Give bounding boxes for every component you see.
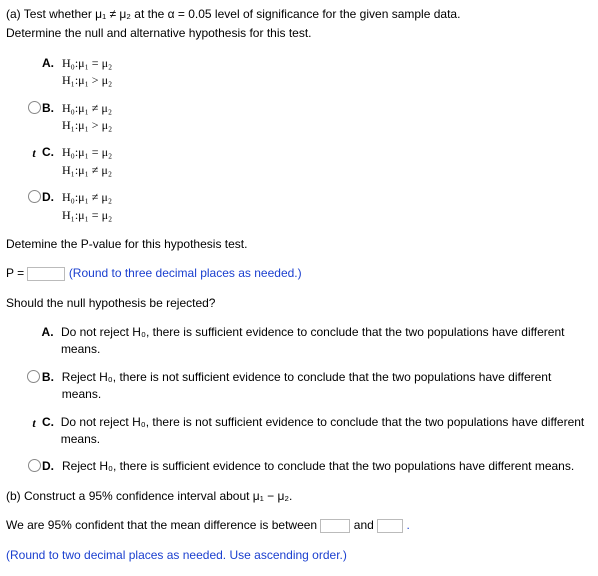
choice-a[interactable]: A. H₀:μ₁ = μ₂ H₁:μ₁ > μ₂ — [26, 55, 591, 90]
reject-c-text: Do not reject H₀, there is not sufficien… — [61, 414, 591, 449]
radio-icon — [27, 370, 40, 383]
ci-text-and: and — [354, 518, 377, 532]
checkmark-icon: t — [26, 145, 42, 162]
radio-icon — [28, 101, 41, 114]
reject-d-text: Reject H₀, there is sufficient evidence … — [62, 458, 574, 475]
reject-b[interactable]: B. Reject H₀, there is not sufficient ev… — [26, 369, 591, 404]
pvalue-prompt: Detemine the P-value for this hypothesis… — [6, 236, 591, 253]
reject-c[interactable]: t C. Do not reject H₀, there is not suff… — [26, 414, 591, 449]
ci-period: . — [406, 518, 409, 532]
reject-b-letter: B. — [42, 369, 62, 386]
choice-b[interactable]: B. H₀:μ₁ ≠ μ₂ H₁:μ₁ > μ₂ — [26, 100, 591, 135]
pvalue-prefix: P = — [6, 266, 27, 280]
ci-lower-input[interactable] — [320, 519, 350, 533]
reject-a-letter: A. — [42, 324, 61, 341]
checkmark-icon: t — [26, 415, 42, 432]
choice-a-math: H₀:μ₁ = μ₂ H₁:μ₁ > μ₂ — [62, 55, 112, 90]
reject-prompt: Should the null hypothesis be rejected? — [6, 295, 591, 312]
part-a-intro-1: (a) Test whether μ₁ ≠ μ₂ at the α = 0.05… — [6, 6, 591, 23]
choice-a-letter: A. — [42, 55, 62, 72]
reject-b-text: Reject H₀, there is not sufficient evide… — [62, 369, 591, 404]
pvalue-input[interactable] — [27, 267, 65, 281]
choice-d-letter: D. — [42, 189, 62, 206]
part-a-intro-2: Determine the null and alternative hypot… — [6, 25, 591, 42]
reject-a-text: Do not reject H₀, there is sufficient ev… — [61, 324, 591, 359]
part-b-intro: (b) Construct a 95% confidence interval … — [6, 488, 591, 505]
choice-b-math: H₀:μ₁ ≠ μ₂ H₁:μ₁ > μ₂ — [62, 100, 112, 135]
radio-icon — [28, 459, 41, 472]
reject-c-letter: C. — [42, 414, 61, 431]
choice-c-letter: C. — [42, 144, 62, 161]
ci-upper-input[interactable] — [377, 519, 403, 533]
radio-icon — [28, 190, 41, 203]
choice-d-math: H₀:μ₁ ≠ μ₂ H₁:μ₁ = μ₂ — [62, 189, 112, 224]
pvalue-hint: (Round to three decimal places as needed… — [69, 266, 302, 280]
choice-c-math: H₀:μ₁ = μ₂ H₁:μ₁ ≠ μ₂ — [62, 144, 112, 179]
ci-text-1: We are 95% confident that the mean diffe… — [6, 518, 320, 532]
ci-hint: (Round to two decimal places as needed. … — [6, 547, 591, 564]
reject-d[interactable]: D. Reject H₀, there is sufficient eviden… — [26, 458, 591, 475]
reject-a[interactable]: A. Do not reject H₀, there is sufficient… — [26, 324, 591, 359]
reject-d-letter: D. — [42, 458, 62, 475]
choice-c[interactable]: t C. H₀:μ₁ = μ₂ H₁:μ₁ ≠ μ₂ — [26, 144, 591, 179]
choice-b-letter: B. — [42, 100, 62, 117]
hypothesis-choices: A. H₀:μ₁ = μ₂ H₁:μ₁ > μ₂ B. H₀:μ₁ ≠ μ₂ H… — [26, 55, 591, 224]
choice-d[interactable]: D. H₀:μ₁ ≠ μ₂ H₁:μ₁ = μ₂ — [26, 189, 591, 224]
reject-choices: A. Do not reject H₀, there is sufficient… — [26, 324, 591, 476]
